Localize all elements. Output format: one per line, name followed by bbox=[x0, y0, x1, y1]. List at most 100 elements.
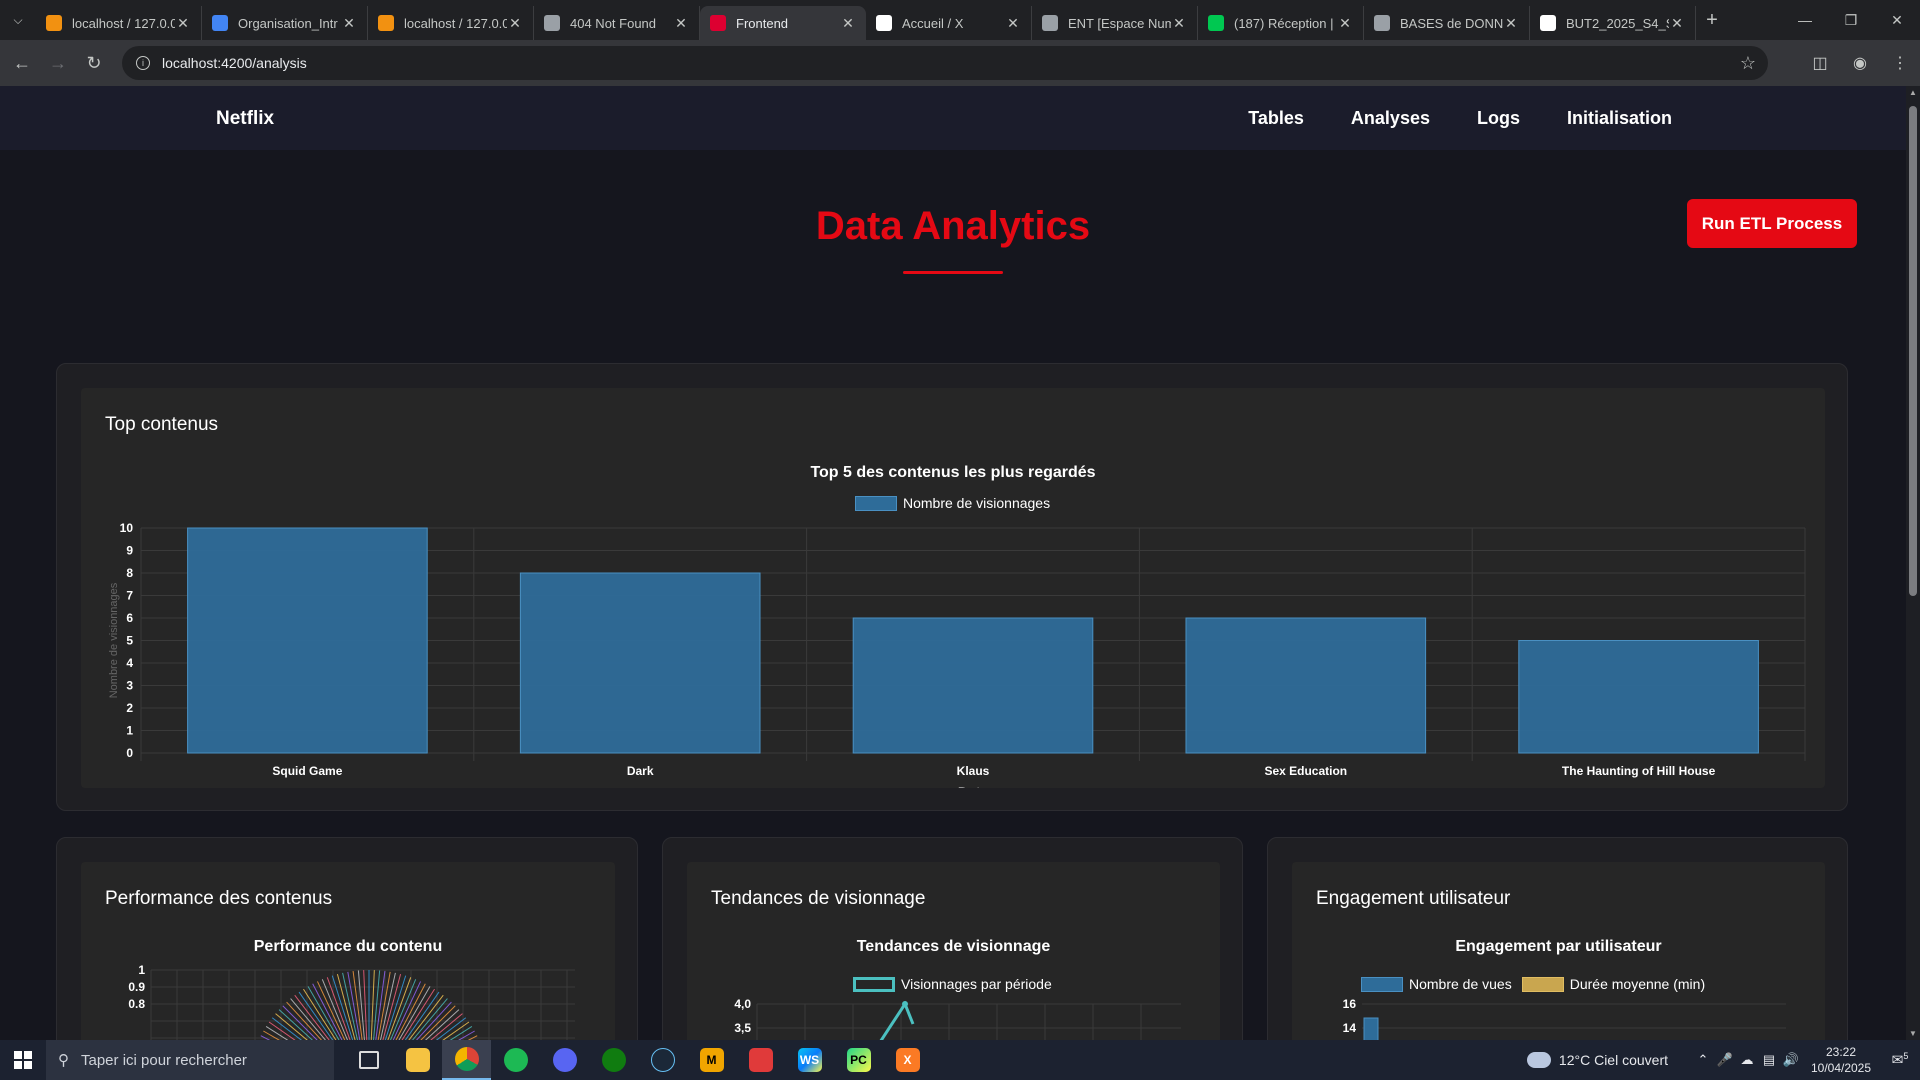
browser-tab[interactable]: (187) Réception | ✕ bbox=[1198, 6, 1364, 40]
microphone-icon[interactable]: 🎤 bbox=[1714, 1052, 1736, 1068]
browser-menu-icon[interactable]: ⋮ bbox=[1880, 53, 1920, 73]
browser-tab[interactable]: Frontend ✕ bbox=[700, 6, 866, 40]
page-scrollbar[interactable]: ▲ ▼ bbox=[1906, 86, 1920, 1040]
windows-taskbar: ⚲ Taper ici pour rechercher M WS PC X 12… bbox=[0, 1040, 1920, 1080]
tab-close-icon[interactable]: ✕ bbox=[1503, 15, 1519, 32]
taskbar-search[interactable]: ⚲ Taper ici pour rechercher bbox=[46, 1040, 334, 1080]
site-info-icon[interactable]: i bbox=[136, 56, 150, 70]
reload-icon[interactable]: ↻ bbox=[76, 45, 112, 81]
windows-start-icon[interactable] bbox=[0, 1040, 46, 1080]
red-app-icon[interactable] bbox=[736, 1040, 785, 1080]
bar bbox=[852, 617, 1094, 754]
tab-close-icon[interactable]: ✕ bbox=[175, 15, 191, 32]
y-tick-label: 5 bbox=[126, 634, 133, 648]
tab-close-icon[interactable]: ✕ bbox=[341, 15, 357, 32]
x-tick-label: Squid Game bbox=[272, 764, 342, 778]
data-point bbox=[902, 1001, 908, 1007]
scatter-ray bbox=[363, 970, 368, 1040]
tab-close-icon[interactable]: ✕ bbox=[1171, 15, 1187, 32]
nav-link-tables[interactable]: Tables bbox=[1248, 108, 1304, 129]
phpmyadmin-icon bbox=[46, 15, 62, 31]
forward-icon[interactable]: → bbox=[40, 45, 76, 81]
scroll-up-icon[interactable]: ▲ bbox=[1906, 88, 1920, 97]
spotify-icon[interactable] bbox=[491, 1040, 540, 1080]
ent-icon bbox=[1042, 15, 1058, 31]
minimize-icon[interactable]: — bbox=[1782, 0, 1828, 40]
steam-icon[interactable] bbox=[638, 1040, 687, 1080]
bookmark-star-icon[interactable]: ☆ bbox=[1740, 53, 1756, 74]
nav-link-analyses[interactable]: Analyses bbox=[1351, 108, 1430, 129]
browser-tab[interactable]: Organisation_Intr ✕ bbox=[202, 6, 368, 40]
bar bbox=[1363, 1017, 1379, 1040]
performance-chart: 1 0.9 0.8 bbox=[128, 963, 575, 1040]
x-icon bbox=[876, 15, 892, 31]
nav-link-initialisation[interactable]: Initialisation bbox=[1567, 108, 1672, 129]
tab-search-chevron-icon[interactable]: ⌵ bbox=[0, 0, 36, 40]
y-tick-label: 16 bbox=[1343, 997, 1357, 1011]
brand-logo[interactable]: Netflix bbox=[216, 108, 274, 130]
cloud-icon bbox=[1526, 1052, 1551, 1068]
scrollbar-thumb[interactable] bbox=[1909, 106, 1917, 596]
taskbar-apps: M WS PC X bbox=[344, 1040, 932, 1080]
back-icon[interactable]: ← bbox=[4, 45, 40, 81]
restore-icon[interactable]: ❐ bbox=[1828, 0, 1874, 40]
tab-close-icon[interactable]: ✕ bbox=[1669, 15, 1685, 32]
discord-icon[interactable] bbox=[540, 1040, 589, 1080]
y-tick-label: 3 bbox=[126, 679, 133, 693]
weather-widget[interactable]: 12°C Ciel couvert bbox=[1526, 1052, 1668, 1068]
profile-avatar[interactable]: ◉ bbox=[1840, 53, 1880, 73]
network-icon[interactable]: ▤ bbox=[1758, 1052, 1780, 1068]
notification-count: 5 bbox=[1903, 1051, 1909, 1062]
file-explorer-icon[interactable] bbox=[393, 1040, 442, 1080]
xampp-icon[interactable]: X bbox=[883, 1040, 932, 1080]
x-axis-title: Date bbox=[958, 784, 989, 788]
taskbar-clock[interactable]: 23:22 10/04/2025 bbox=[1802, 1044, 1880, 1076]
performance-panel: Performance des contenus Performance du … bbox=[81, 862, 615, 1040]
notifications-icon[interactable]: ✉5 bbox=[1880, 1051, 1920, 1069]
engagement-card: Engagement utilisateur Engagement par ut… bbox=[1267, 837, 1848, 1040]
y-tick-label: 2 bbox=[126, 701, 133, 715]
browser-tab[interactable]: BASES de DONNÉ ✕ bbox=[1364, 6, 1530, 40]
tab-title: ENT [Espace Num bbox=[1068, 15, 1171, 31]
globe-icon bbox=[544, 15, 560, 31]
browser-tab[interactable]: localhost / 127.0.0 ✕ bbox=[36, 6, 202, 40]
browser-tab[interactable]: ENT [Espace Num ✕ bbox=[1032, 6, 1198, 40]
scroll-down-icon[interactable]: ▼ bbox=[1906, 1029, 1920, 1038]
app-viewport: Netflix Tables Analyses Logs Initialisat… bbox=[0, 86, 1906, 1040]
browser-tab[interactable]: Accueil / X ✕ bbox=[866, 6, 1032, 40]
address-bar[interactable]: i localhost:4200/analysis ☆ bbox=[122, 46, 1768, 80]
browser-tab[interactable]: 404 Not Found ✕ bbox=[534, 6, 700, 40]
x-tick-label: Klaus bbox=[957, 764, 990, 778]
close-window-icon[interactable]: ✕ bbox=[1874, 0, 1920, 40]
tab-title: localhost / 127.0.0 bbox=[404, 15, 507, 31]
title-underline bbox=[903, 271, 1003, 274]
browser-tab[interactable]: localhost / 127.0.0 ✕ bbox=[368, 6, 534, 40]
tab-close-icon[interactable]: ✕ bbox=[507, 15, 523, 32]
y-tick-label: 8 bbox=[126, 566, 133, 580]
webstorm-icon[interactable]: WS bbox=[785, 1040, 834, 1080]
taskbar-search-placeholder: Taper ici pour rechercher bbox=[81, 1051, 247, 1069]
nav-link-logs[interactable]: Logs bbox=[1477, 108, 1520, 129]
tab-close-icon[interactable]: ✕ bbox=[1005, 15, 1021, 32]
y-tick-label: 4 bbox=[126, 656, 133, 670]
onedrive-icon[interactable]: ☁ bbox=[1736, 1052, 1758, 1068]
extensions-icon[interactable]: ◫ bbox=[1800, 53, 1840, 73]
new-tab-button[interactable]: + bbox=[1696, 9, 1728, 32]
task-view-icon[interactable] bbox=[344, 1040, 393, 1080]
game-launcher-icon[interactable]: M bbox=[687, 1040, 736, 1080]
nav-menu: Tables Analyses Logs Initialisation bbox=[1248, 108, 1672, 129]
tab-title: BASES de DONNÉ bbox=[1400, 15, 1503, 31]
pycharm-icon[interactable]: PC bbox=[834, 1040, 883, 1080]
tab-close-icon[interactable]: ✕ bbox=[840, 15, 856, 32]
xbox-icon[interactable] bbox=[589, 1040, 638, 1080]
browser-tab[interactable]: BUT2_2025_S4_SA✕ bbox=[1530, 6, 1696, 40]
volume-icon[interactable]: 🔊 bbox=[1780, 1052, 1802, 1068]
tab-close-icon[interactable]: ✕ bbox=[673, 15, 689, 32]
chevron-up-icon[interactable]: ⌃ bbox=[1692, 1052, 1714, 1068]
app-navbar: Netflix Tables Analyses Logs Initialisat… bbox=[0, 86, 1906, 150]
tab-close-icon[interactable]: ✕ bbox=[1337, 15, 1353, 32]
y-tick-label: 14 bbox=[1343, 1021, 1357, 1035]
run-etl-button[interactable]: Run ETL Process bbox=[1687, 199, 1857, 248]
chrome-icon[interactable] bbox=[442, 1040, 491, 1080]
globe-icon bbox=[1374, 15, 1390, 31]
